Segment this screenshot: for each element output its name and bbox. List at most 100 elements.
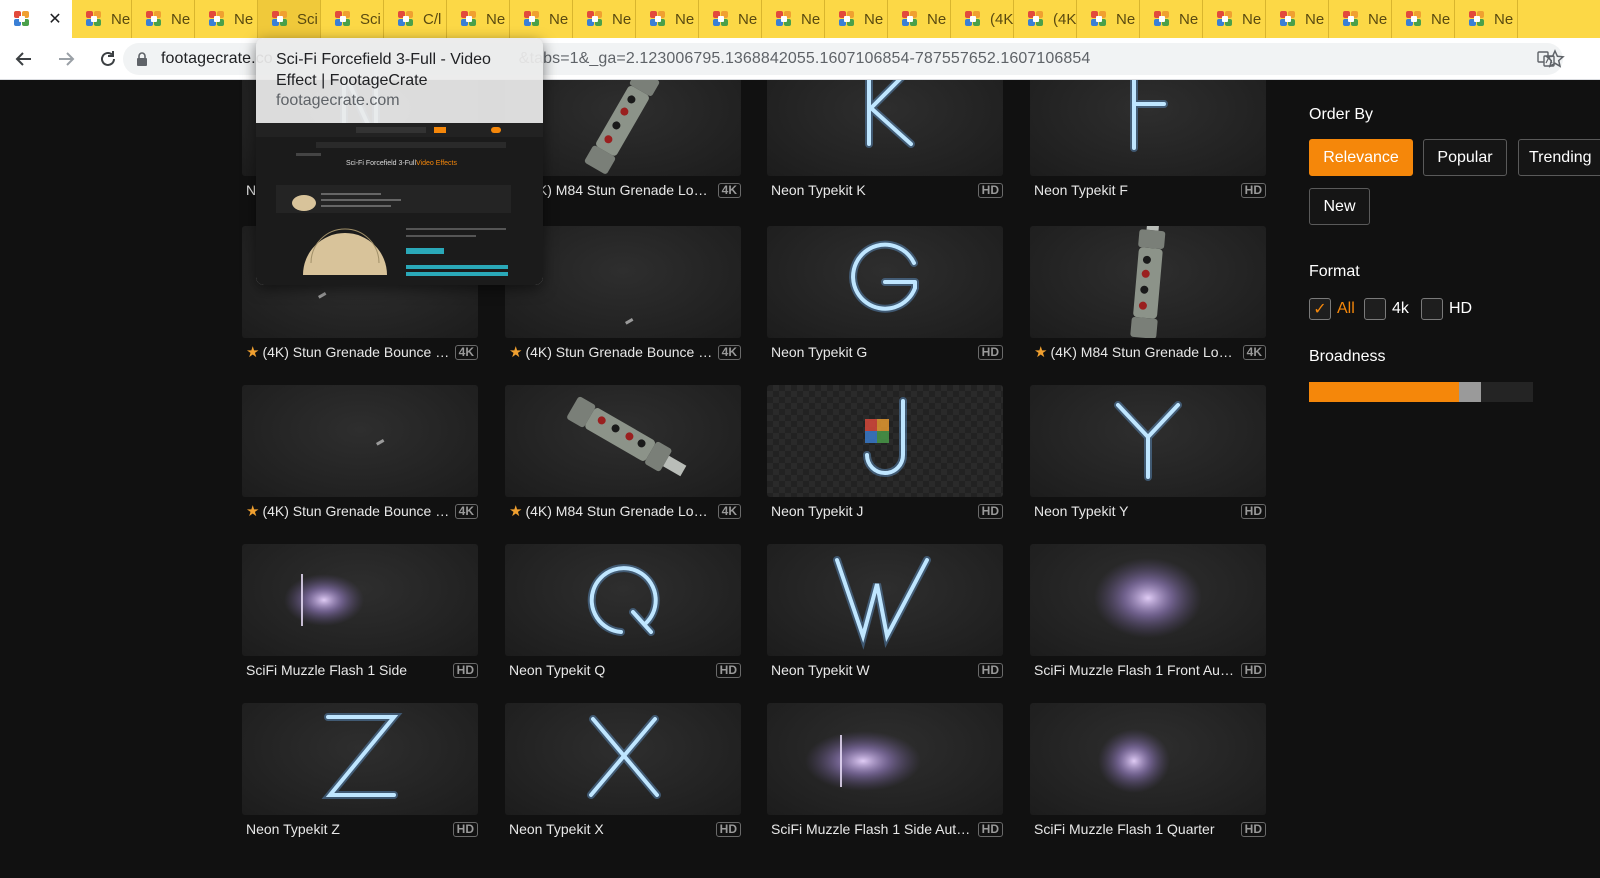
reload-button[interactable] bbox=[90, 41, 126, 77]
browser-tab[interactable]: Ne bbox=[1455, 0, 1518, 38]
resolution-badge: HD bbox=[977, 344, 1003, 360]
asset-thumbnail[interactable] bbox=[505, 703, 741, 815]
forward-button[interactable] bbox=[48, 41, 84, 77]
asset-card[interactable]: ★(4K) M84 Stun Grenade Loop…4K bbox=[1030, 226, 1266, 362]
tab-hover-preview: Sci-Fi Forcefield 3-Full - Video Effect … bbox=[256, 38, 543, 285]
asset-title[interactable]: SciFi Muzzle Flash 1 Front Auto… bbox=[1034, 662, 1238, 678]
close-icon[interactable]: ✕ bbox=[45, 9, 65, 29]
asset-title[interactable]: Neon Typekit K bbox=[771, 182, 975, 198]
browser-tab[interactable]: Ne bbox=[1329, 0, 1392, 38]
browser-tab[interactable]: (4K bbox=[1014, 0, 1077, 38]
browser-tab[interactable]: Ne bbox=[1266, 0, 1329, 38]
asset-title[interactable]: Neon Typekit X bbox=[509, 821, 713, 837]
order-new-button[interactable]: New bbox=[1309, 188, 1370, 225]
browser-tab[interactable]: Ne bbox=[195, 0, 258, 38]
browser-tab[interactable]: Ne bbox=[1203, 0, 1266, 38]
asset-title[interactable]: Neon Typekit G bbox=[771, 344, 975, 360]
browser-tab[interactable]: Ne bbox=[1140, 0, 1203, 38]
browser-tab[interactable]: (4K bbox=[951, 0, 1014, 38]
asset-thumbnail[interactable] bbox=[505, 385, 741, 497]
asset-card[interactable]: ★(4K) M84 Stun Grenade Loop…4K bbox=[505, 385, 741, 521]
format-4k-checkbox[interactable]: 4k bbox=[1364, 298, 1409, 320]
thumbnail-art bbox=[1098, 729, 1170, 793]
asset-card[interactable]: Neon Typekit K HD bbox=[767, 80, 1003, 200]
asset-card[interactable]: Neon Typekit W HD bbox=[767, 544, 1003, 680]
asset-thumbnail[interactable] bbox=[505, 544, 741, 656]
broadness-slider[interactable] bbox=[1309, 382, 1533, 402]
browser-tab[interactable]: Ne bbox=[573, 0, 636, 38]
browser-tab[interactable]: Ne bbox=[636, 0, 699, 38]
browser-tab[interactable]: C/l bbox=[384, 0, 447, 38]
browser-tab[interactable]: Ne bbox=[447, 0, 510, 38]
asset-thumbnail[interactable] bbox=[767, 703, 1003, 815]
format-all-checkbox[interactable]: ✓ All bbox=[1309, 298, 1355, 320]
asset-thumbnail[interactable] bbox=[767, 80, 1003, 176]
broadness-handle[interactable] bbox=[1459, 382, 1481, 402]
browser-tab[interactable]: Ne bbox=[510, 0, 573, 38]
browser-tab[interactable]: Ne bbox=[762, 0, 825, 38]
asset-thumbnail[interactable] bbox=[1030, 544, 1266, 656]
asset-card[interactable]: Neon Typekit F HD bbox=[1030, 80, 1266, 200]
footagecrate-favicon-icon bbox=[334, 10, 352, 28]
asset-card[interactable]: ★ (4K) Stun Grenade Bounce In… 4K bbox=[242, 385, 478, 521]
bookmark-star-icon[interactable] bbox=[1545, 49, 1565, 69]
asset-thumbnail[interactable] bbox=[1030, 385, 1266, 497]
asset-card[interactable]: Neon Typekit Z HD bbox=[242, 703, 478, 839]
asset-thumbnail[interactable] bbox=[1030, 80, 1266, 176]
resolution-badge: HD bbox=[715, 662, 741, 678]
asset-card[interactable]: Neon Typekit Y HD bbox=[1030, 385, 1266, 521]
browser-tab[interactable]: Ne bbox=[1392, 0, 1455, 38]
browser-tab[interactable]: Ne bbox=[699, 0, 762, 38]
asset-title[interactable]: SciFi Muzzle Flash 1 Quarter bbox=[1034, 821, 1238, 837]
asset-thumbnail[interactable] bbox=[767, 385, 1003, 497]
asset-card[interactable]: Neon Typekit G HD bbox=[767, 226, 1003, 362]
resolution-badge: HD bbox=[977, 662, 1003, 678]
asset-title[interactable]: (4K) Stun Grenade Bounce In… bbox=[262, 503, 451, 519]
order-trending-button[interactable]: Trending bbox=[1518, 139, 1600, 176]
neon-glow bbox=[1130, 80, 1168, 152]
asset-card[interactable]: SciFi Muzzle Flash 1 Side HD bbox=[242, 544, 478, 680]
asset-title[interactable]: Neon Typekit Z bbox=[246, 821, 450, 837]
tab-label: Ne bbox=[486, 10, 506, 28]
asset-title[interactable]: Neon Typekit J bbox=[771, 503, 975, 519]
asset-card[interactable]: SciFi Muzzle Flash 1 Front Auto… HD bbox=[1030, 544, 1266, 680]
asset-thumbnail[interactable] bbox=[242, 544, 478, 656]
asset-card[interactable]: Neon Typekit J HD bbox=[767, 385, 1003, 521]
order-relevance-button[interactable]: Relevance bbox=[1309, 139, 1413, 176]
asset-title[interactable]: (4K) M84 Stun Grenade Loop… bbox=[1050, 344, 1239, 360]
browser-tab[interactable]: Ne bbox=[132, 0, 195, 38]
browser-tab[interactable]: Ne bbox=[825, 0, 888, 38]
asset-title[interactable]: (4K) M84 Stun Grenade Loop… bbox=[525, 182, 714, 198]
browser-tab[interactable]: Sci bbox=[321, 0, 384, 38]
asset-thumbnail[interactable] bbox=[242, 703, 478, 815]
asset-thumbnail[interactable] bbox=[767, 226, 1003, 338]
asset-title[interactable]: Neon Typekit Q bbox=[509, 662, 713, 678]
asset-title[interactable]: (4K) M84 Stun Grenade Loop… bbox=[525, 503, 714, 519]
asset-thumbnail[interactable] bbox=[1030, 703, 1266, 815]
asset-thumbnail[interactable] bbox=[1030, 226, 1266, 338]
asset-title[interactable]: Neon Typekit F bbox=[1034, 182, 1238, 198]
browser-tab[interactable]: Ne bbox=[72, 0, 132, 38]
tab-strip: ✕ Ne Ne Ne Sci Sci C/l Ne Ne Ne Ne Ne Ne Ne Ne (4K (4K Ne… bbox=[0, 0, 1600, 38]
asset-card[interactable]: Neon Typekit X HD bbox=[505, 703, 741, 839]
asset-title[interactable]: (4K) Stun Grenade Bounce In… bbox=[525, 344, 714, 360]
asset-thumbnail[interactable] bbox=[242, 385, 478, 497]
browser-tab[interactable]: ✕ bbox=[0, 0, 72, 38]
asset-card[interactable]: SciFi Muzzle Flash 1 Quarter HD bbox=[1030, 703, 1266, 839]
format-hd-checkbox[interactable]: HD bbox=[1421, 298, 1472, 320]
browser-tab[interactable]: Sci bbox=[258, 0, 321, 38]
browser-tab[interactable]: Ne bbox=[888, 0, 951, 38]
asset-title[interactable]: (4K) Stun Grenade Bounce In… bbox=[262, 344, 451, 360]
asset-card[interactable]: Neon Typekit Q HD bbox=[505, 544, 741, 680]
asset-title[interactable]: SciFi Muzzle Flash 1 Side bbox=[246, 662, 450, 678]
asset-card[interactable]: SciFi Muzzle Flash 1 Side Auto… HD bbox=[767, 703, 1003, 839]
asset-title[interactable]: SciFi Muzzle Flash 1 Side Auto… bbox=[771, 821, 975, 837]
grenade-speck bbox=[376, 439, 385, 446]
asset-title[interactable]: Neon Typekit Y bbox=[1034, 503, 1238, 519]
order-popular-button[interactable]: Popular bbox=[1423, 139, 1507, 176]
asset-thumbnail[interactable] bbox=[767, 544, 1003, 656]
asset-title[interactable]: Neon Typekit W bbox=[771, 662, 975, 678]
back-button[interactable] bbox=[6, 41, 42, 77]
tab-label: (4K bbox=[990, 10, 1014, 28]
browser-tab[interactable]: Ne bbox=[1077, 0, 1140, 38]
